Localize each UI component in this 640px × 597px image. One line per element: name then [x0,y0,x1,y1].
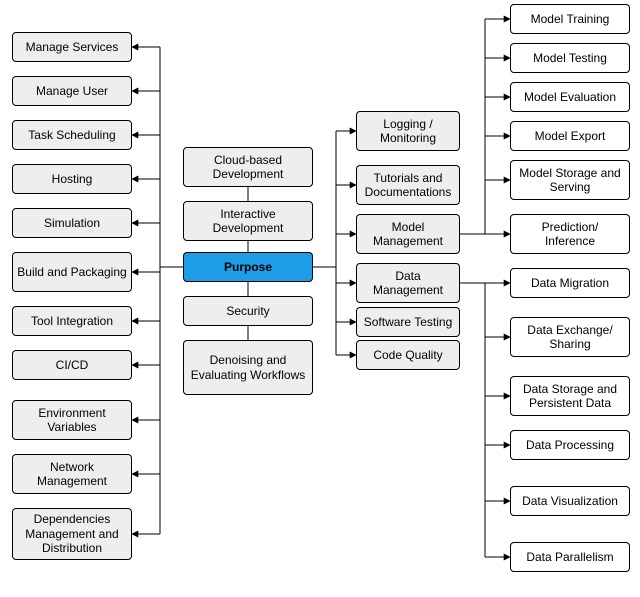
label: Model Management [361,220,455,249]
node-purpose: Purpose [183,252,313,282]
label: Cloud-based Development [188,153,308,182]
node-tutorials-docs: Tutorials and Documentations [356,165,460,205]
node-data-storage-persistent: Data Storage and Persistent Data [510,376,630,416]
label: Data Parallelism [526,550,613,564]
node-data-exchange-sharing: Data Exchange/ Sharing [510,317,630,357]
node-simulation: Simulation [12,208,132,238]
label: Model Evaluation [524,90,616,104]
label: Tool Integration [31,314,113,328]
node-dependencies-mgmt-dist: Dependencies Management and Distribution [12,508,132,560]
node-prediction-inference: Prediction/ Inference [510,214,630,254]
label: Environment Variables [17,406,127,435]
label: Prediction/ Inference [515,220,625,249]
node-model-testing: Model Testing [510,43,630,73]
node-model-export: Model Export [510,121,630,151]
label: Model Export [535,129,606,143]
node-build-packaging: Build and Packaging [12,252,132,292]
label: Data Exchange/ Sharing [515,323,625,352]
label: Simulation [44,216,100,230]
node-task-scheduling: Task Scheduling [12,120,132,150]
label: Tutorials and Documentations [361,171,455,200]
node-model-training: Model Training [510,4,630,34]
node-manage-user: Manage User [12,76,132,106]
label: Network Management [17,460,127,489]
node-model-evaluation: Model Evaluation [510,82,630,112]
label: Manage Services [26,40,119,54]
label: Manage User [36,84,108,98]
node-software-testing: Software Testing [356,307,460,337]
node-security: Security [183,296,313,326]
node-data-management: Data Management [356,263,460,303]
label: Model Storage and Serving [515,166,625,195]
label: Dependencies Management and Distribution [17,512,127,555]
node-environment-variables: Environment Variables [12,400,132,440]
node-hosting: Hosting [12,164,132,194]
node-data-parallelism: Data Parallelism [510,542,630,572]
label: Hosting [52,172,93,186]
label: Task Scheduling [28,128,115,142]
label: Data Storage and Persistent Data [515,382,625,411]
label: Software Testing [364,315,453,329]
node-network-management: Network Management [12,454,132,494]
node-manage-services: Manage Services [12,32,132,62]
label: Interactive Development [188,207,308,236]
node-cicd: CI/CD [12,350,132,380]
node-data-migration: Data Migration [510,268,630,298]
node-model-management: Model Management [356,214,460,254]
node-interactive-dev: Interactive Development [183,201,313,241]
node-tool-integration: Tool Integration [12,306,132,336]
label: Data Migration [531,276,609,290]
node-data-processing: Data Processing [510,430,630,460]
node-denoising-eval-workflows: Denoising and Evaluating Workflows [183,340,313,395]
label: Data Management [361,269,455,298]
label: Code Quality [373,348,442,362]
diagram-canvas: Purpose Manage Services Manage User Task… [0,0,640,597]
label: Build and Packaging [17,265,126,279]
node-cloud-based-dev: Cloud-based Development [183,147,313,187]
label: Data Visualization [522,494,618,508]
label: CI/CD [56,358,89,372]
label: Data Processing [526,438,614,452]
label: Denoising and Evaluating Workflows [188,353,308,382]
node-model-storage-serving: Model Storage and Serving [510,160,630,200]
node-data-visualization: Data Visualization [510,486,630,516]
label: Purpose [224,260,272,274]
node-logging-monitoring: Logging / Monitoring [356,111,460,151]
node-code-quality: Code Quality [356,340,460,370]
label: Model Training [531,12,610,26]
label: Logging / Monitoring [361,117,455,146]
label: Model Testing [533,51,607,65]
label: Security [226,304,269,318]
